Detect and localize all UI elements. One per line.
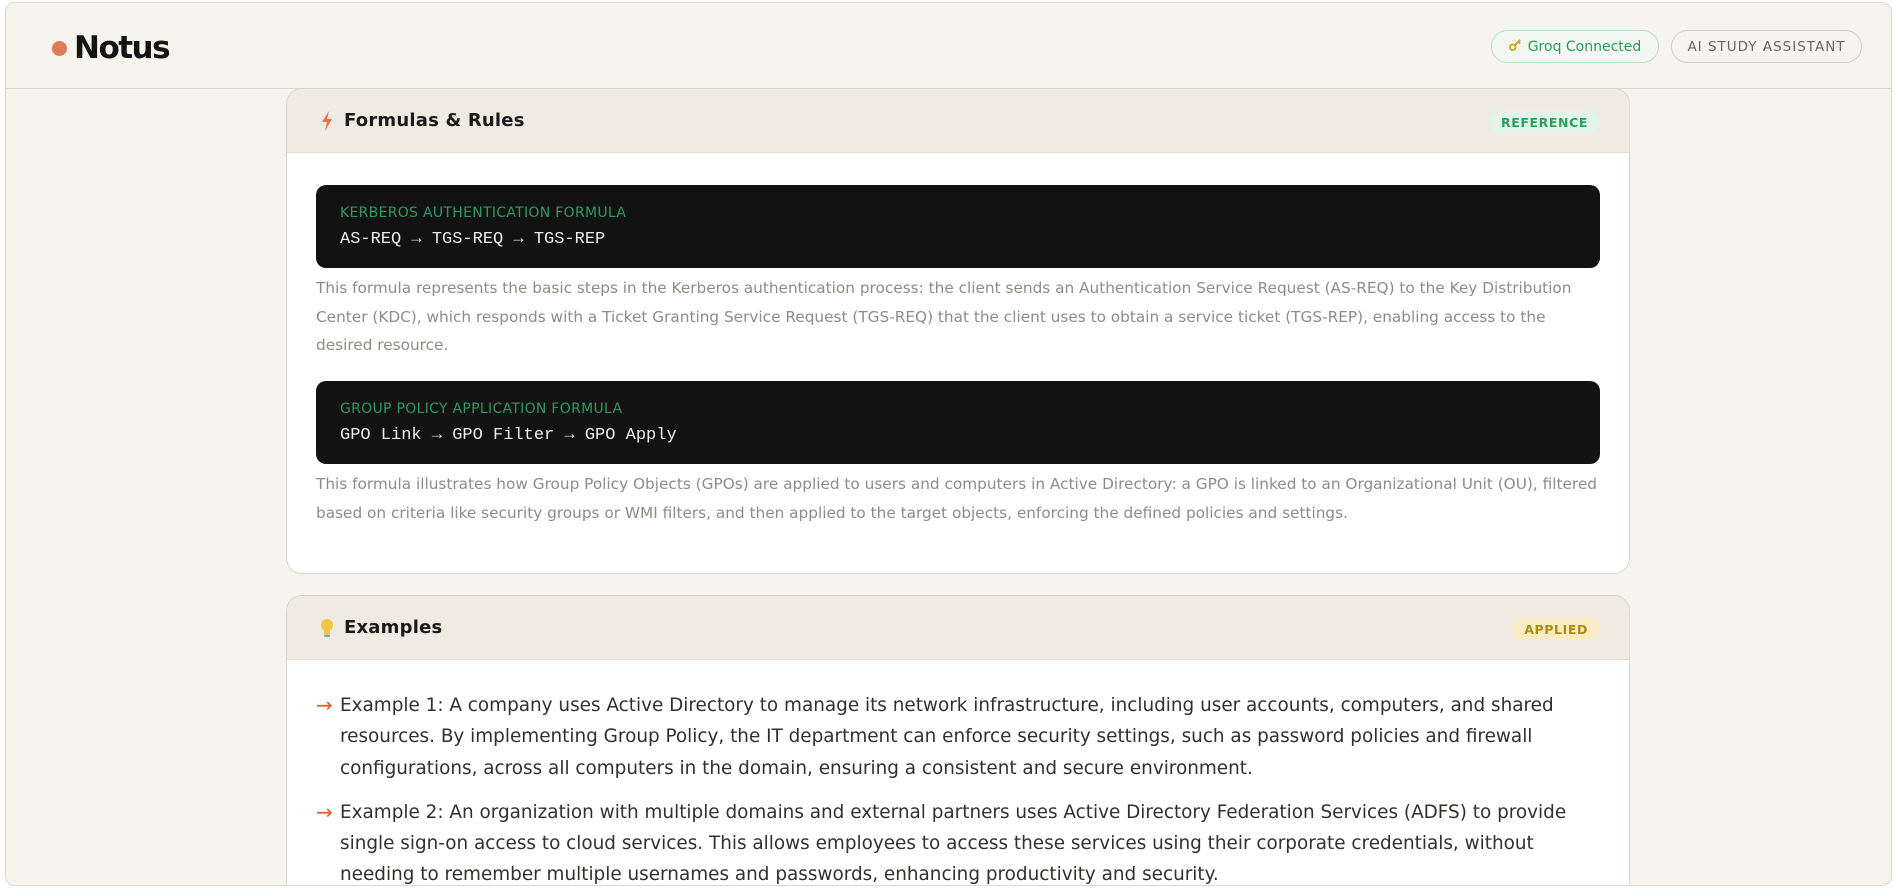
groq-status-label: Groq Connected <box>1527 38 1642 55</box>
formulas-card-header: Formulas & Rules REFERENCE <box>287 89 1629 153</box>
formula-text: GPO Link → GPO Filter → GPO Apply <box>340 426 677 445</box>
brand-dot-icon <box>52 40 67 56</box>
formula-block: GROUP POLICY APPLICATION FORMULA GPO Lin… <box>316 381 1600 464</box>
arrow-right-icon: → <box>316 799 333 824</box>
app-window: Notus Groq Connected AI STUDY ASSISTANT … <box>5 2 1892 886</box>
applied-badge: APPLIED <box>1512 618 1600 640</box>
formulas-title: Formulas & Rules <box>344 110 525 131</box>
formula-description: This formula represents the basic steps … <box>316 279 1572 354</box>
formula-block: KERBEROS AUTHENTICATION FORMULA AS-REQ →… <box>316 185 1600 268</box>
examples-list: → Example 1: A company uses Active Direc… <box>316 690 1606 886</box>
mode-pill[interactable]: AI STUDY ASSISTANT <box>1671 30 1862 63</box>
formula-description: This formula illustrates how Group Polic… <box>316 475 1597 522</box>
lightning-icon <box>319 110 335 131</box>
examples-title: Examples <box>344 617 443 638</box>
examples-card-header: Examples APPLIED <box>287 596 1629 660</box>
examples-card: Examples APPLIED → Example 1: A company … <box>286 595 1630 886</box>
groq-status-pill[interactable]: Groq Connected <box>1491 30 1659 63</box>
list-item: → Example 1: A company uses Active Direc… <box>316 690 1606 784</box>
list-item: → Example 2: An organization with multip… <box>316 797 1606 886</box>
formula-label: GROUP POLICY APPLICATION FORMULA <box>340 401 623 417</box>
reference-badge: REFERENCE <box>1489 111 1600 133</box>
brand-logo[interactable]: Notus <box>52 30 171 66</box>
brand-name: Notus <box>74 30 171 66</box>
formula-label: KERBEROS AUTHENTICATION FORMULA <box>340 205 627 221</box>
mode-label: AI STUDY ASSISTANT <box>1687 38 1846 55</box>
lightbulb-icon <box>319 618 335 638</box>
formulas-card: Formulas & Rules REFERENCE KERBEROS AUTH… <box>286 88 1630 574</box>
arrow-right-icon: → <box>316 693 333 717</box>
example-text: Example 2: An organization with multiple… <box>340 801 1567 886</box>
formula-text: AS-REQ → TGS-REQ → TGS-REP <box>340 230 606 249</box>
example-text: Example 1: A company uses Active Directo… <box>340 695 1554 779</box>
key-icon <box>1508 38 1522 55</box>
top-bar: Notus Groq Connected AI STUDY ASSISTANT <box>6 3 1891 89</box>
